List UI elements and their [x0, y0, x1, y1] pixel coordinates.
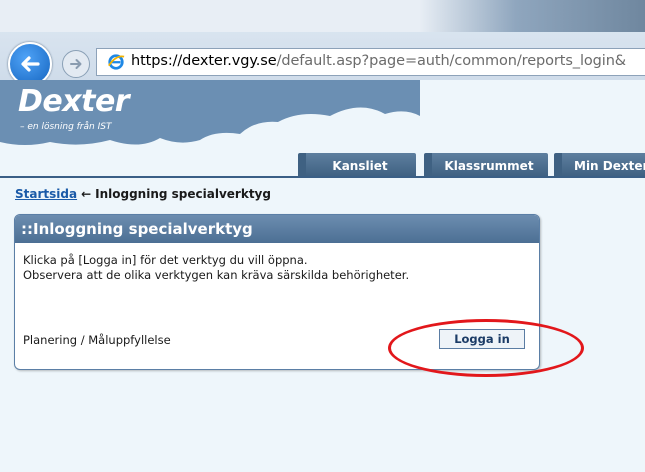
browser-toolbar: https://dexter.vgy.se/default.asp?page=a… — [0, 0, 645, 86]
arrow-right-icon — [70, 59, 82, 69]
breadcrumb-current: Inloggning specialverktyg — [95, 187, 271, 201]
tab-divider — [0, 176, 645, 178]
forward-button[interactable] — [62, 50, 90, 78]
url-path: /default.asp?page=auth/common/reports_lo… — [276, 53, 627, 69]
url-domain: vgy.se — [231, 53, 277, 69]
address-bar[interactable]: https://dexter.vgy.se/default.asp?page=a… — [96, 48, 645, 76]
panel-body: Klicka på [Logga in] för det verktyg du … — [15, 243, 539, 293]
instruction-line-2: Observera att de olika verktygen kan krä… — [23, 268, 410, 282]
breadcrumb-home-link[interactable]: Startsida — [15, 187, 77, 201]
breadcrumb-arrow-icon: ← — [81, 187, 92, 201]
tool-name: Planering / Måluppfyllelse — [23, 333, 171, 347]
tab-kansliet[interactable]: Kansliet — [298, 153, 416, 176]
breadcrumb: Startsida ← Inloggning specialverktyg — [15, 187, 271, 201]
arrow-left-icon — [21, 56, 40, 72]
tab-min-dexter[interactable]: Min Dexter — [554, 153, 645, 176]
ie-logo-icon — [108, 54, 125, 70]
brand-subtitle: – en lösning från IST — [20, 122, 112, 132]
login-panel: ::Inloggning specialverktyg Klicka på [L… — [14, 214, 540, 370]
browser-title-strip — [0, 0, 645, 32]
tab-klassrummet[interactable]: Klassrummet — [424, 153, 548, 176]
brand-title: Dexter — [18, 84, 130, 119]
url-prefix: https://dexter. — [131, 53, 232, 69]
panel-title: ::Inloggning specialverktyg — [15, 215, 539, 243]
instruction-line-1: Klicka på [Logga in] för det verktyg du … — [23, 253, 308, 267]
login-button[interactable]: Logga in — [439, 329, 525, 349]
address-url: https://dexter.vgy.se/default.asp?page=a… — [131, 53, 626, 69]
page-content: Dexter – en lösning från IST Kansliet Kl… — [0, 80, 645, 472]
